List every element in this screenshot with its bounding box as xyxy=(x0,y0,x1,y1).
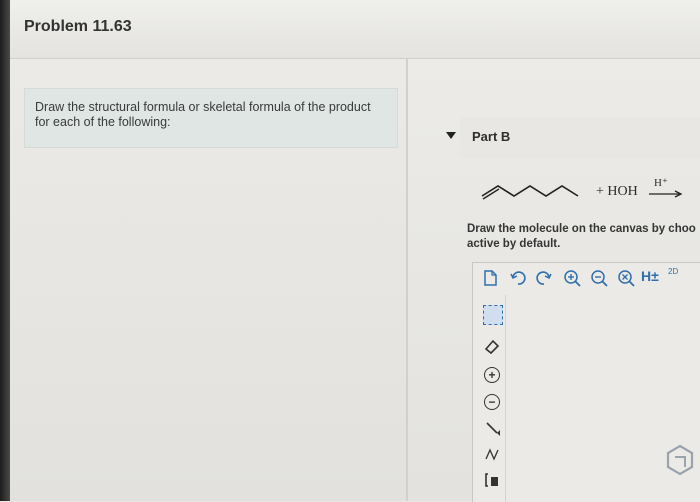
part-b-label[interactable]: Part B xyxy=(472,129,510,144)
chain-tool-icon[interactable] xyxy=(483,445,501,463)
zoom-reset-icon[interactable] xyxy=(617,269,635,287)
clean-2d-button[interactable]: 2D xyxy=(668,267,678,276)
alkene-skeletal-icon xyxy=(481,185,579,200)
reaction-arrow-icon xyxy=(649,190,683,198)
selection-tool-icon[interactable] xyxy=(483,305,503,325)
catalyst-label: H⁺ xyxy=(654,177,668,189)
zoom-out-icon[interactable] xyxy=(590,269,608,287)
reagent-hoh: + HOH xyxy=(596,184,638,199)
bracket-tool-icon[interactable] xyxy=(483,471,501,489)
problem-title: Problem 11.63 xyxy=(24,18,132,35)
collapse-triangle-icon[interactable] xyxy=(446,132,456,139)
draw-instruction-line2: active by default. xyxy=(467,238,561,250)
page-header: Problem 11.63 xyxy=(10,0,700,58)
negative-charge-icon[interactable]: − xyxy=(484,394,500,410)
drawing-canvas[interactable]: H± 2D + − xyxy=(472,262,700,502)
side-toolbar: + − xyxy=(473,295,506,502)
eraser-icon[interactable] xyxy=(483,337,501,355)
canvas-toolbar: H± 2D xyxy=(473,263,700,295)
zoom-in-icon[interactable] xyxy=(563,269,581,287)
left-edge xyxy=(0,0,10,501)
single-bond-icon[interactable] xyxy=(483,419,501,437)
undo-icon[interactable] xyxy=(509,269,527,287)
redo-icon[interactable] xyxy=(535,269,553,287)
draw-instruction: Draw the molecule on the canvas by choo … xyxy=(467,222,700,252)
draw-instruction-line1: Draw the molecule on the canvas by choo xyxy=(467,223,696,235)
instruction-text: Draw the structural formula or skeletal … xyxy=(35,100,371,129)
ring-template-icon[interactable] xyxy=(663,443,697,477)
reaction-scheme: + HOH H⁺ xyxy=(470,170,700,210)
new-document-icon[interactable] xyxy=(481,269,499,287)
instruction-box: Draw the structural formula or skeletal … xyxy=(24,88,398,148)
explicit-hydrogens-button[interactable]: H± xyxy=(641,268,659,284)
positive-charge-icon[interactable]: + xyxy=(484,367,500,383)
